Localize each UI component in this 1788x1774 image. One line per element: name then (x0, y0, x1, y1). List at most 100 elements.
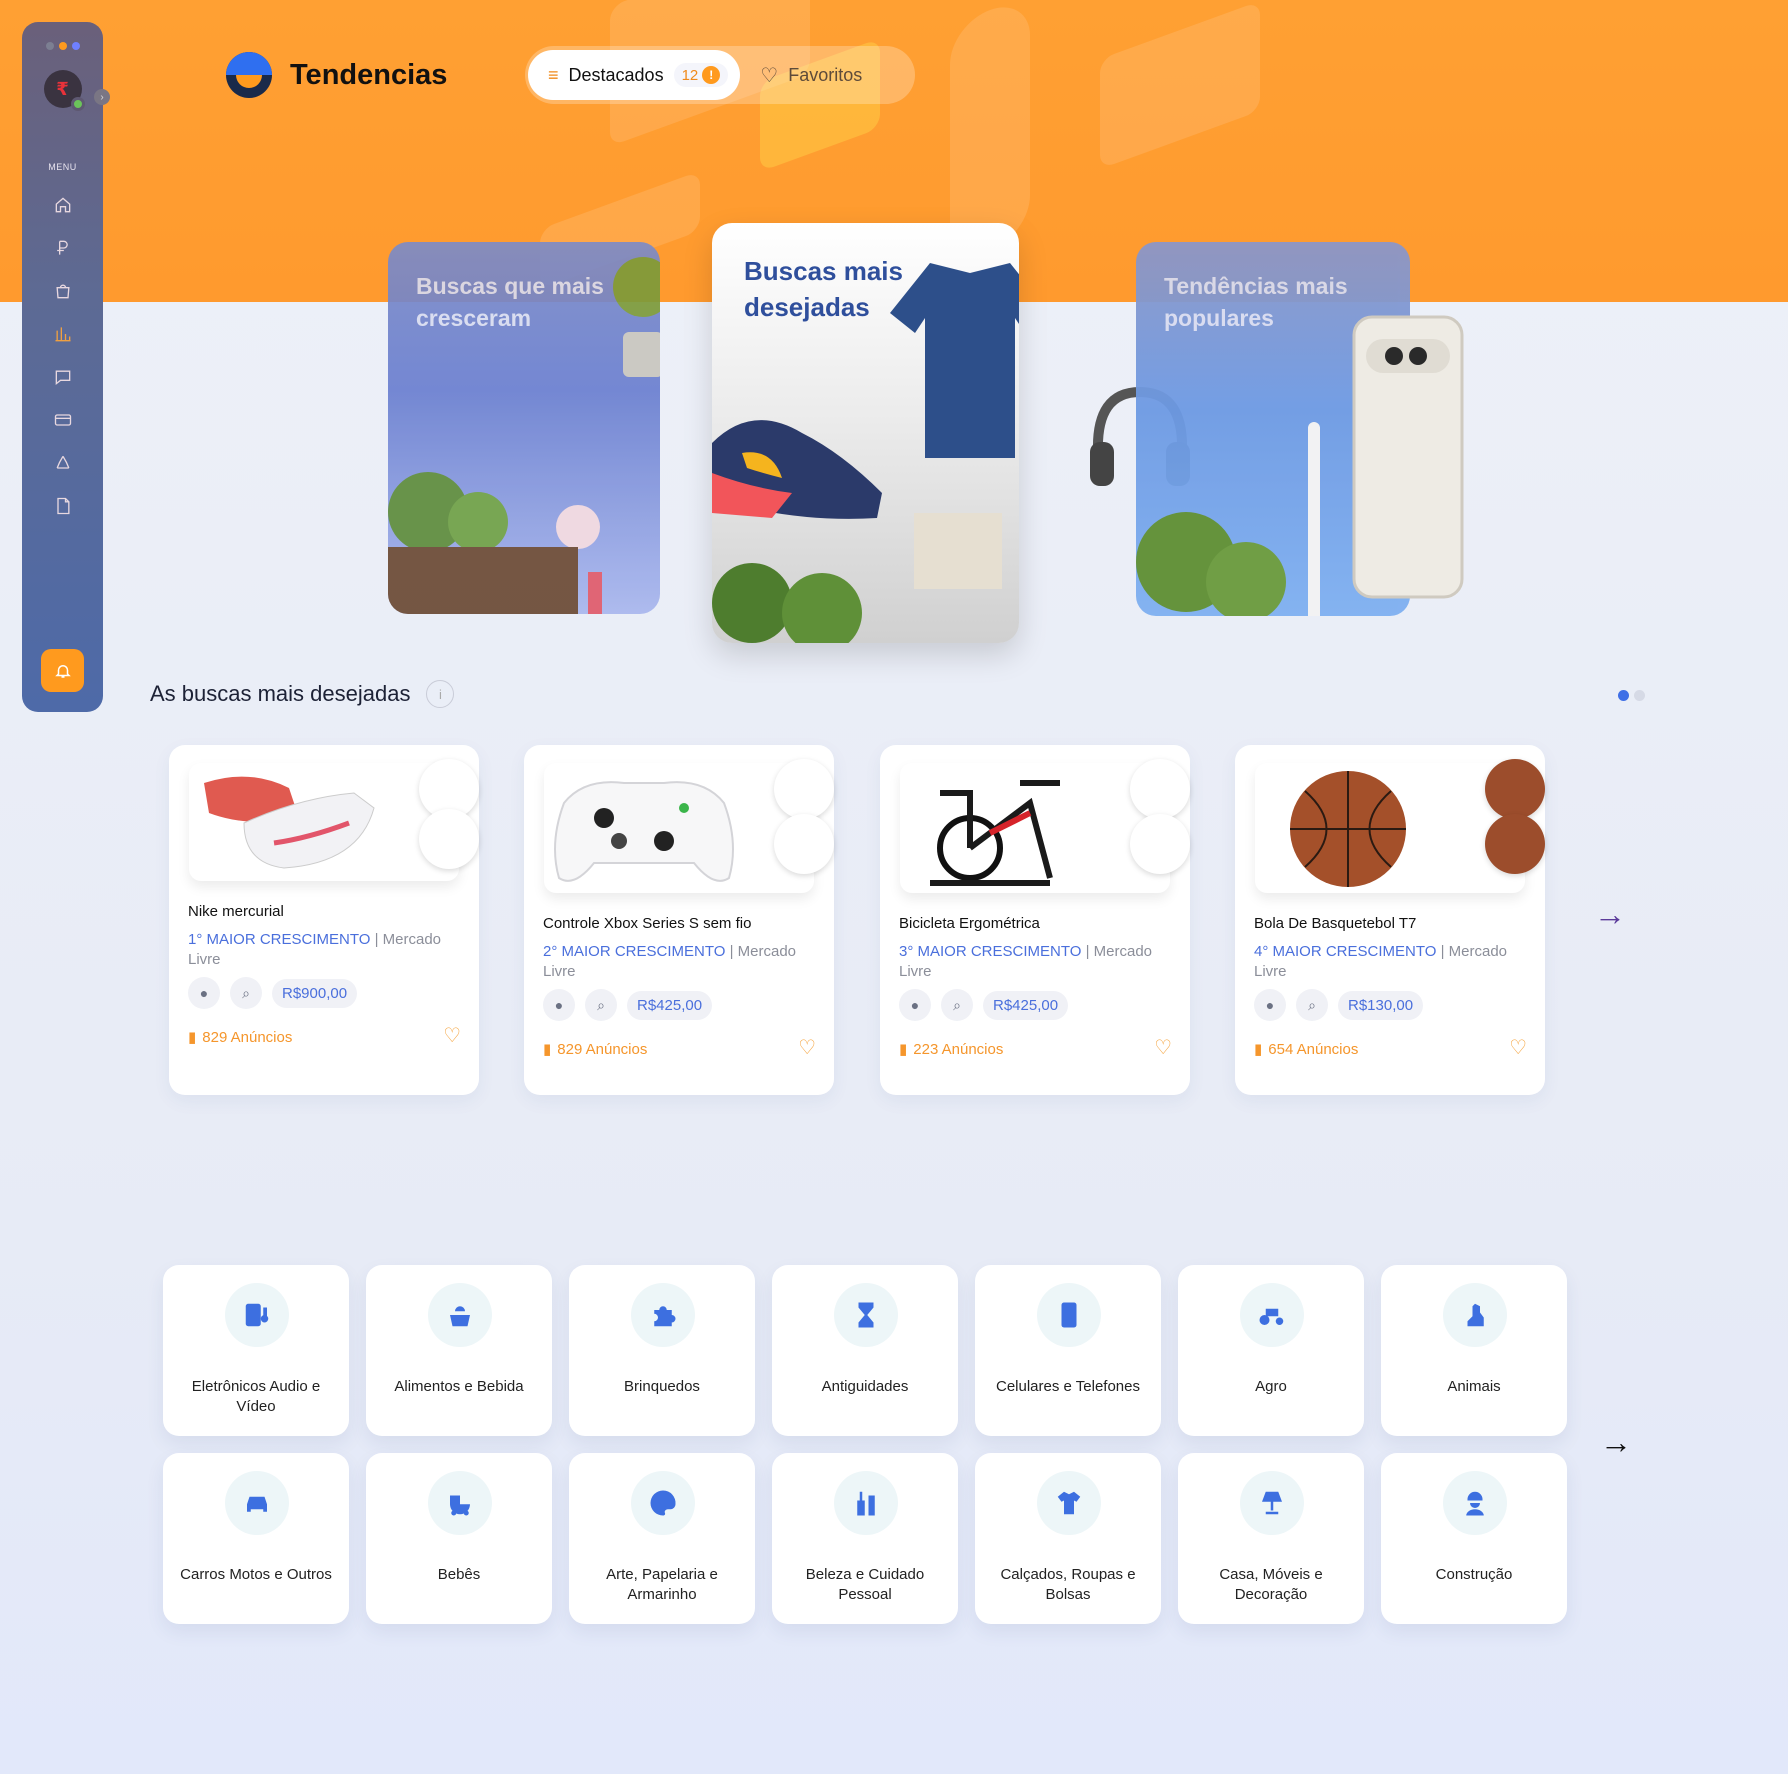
bar-chart-icon: ▮ (188, 1029, 197, 1046)
category-card[interactable]: Arte, Papelaria e Armarinho (569, 1453, 755, 1624)
section-heading: As buscas mais desejadas i (150, 680, 455, 708)
chat-icon[interactable] (53, 367, 73, 387)
category-label: Alimentos e Bebida (394, 1378, 524, 1395)
category-card[interactable]: Beleza e Cuidado Pessoal (772, 1453, 958, 1624)
info-icon[interactable]: ● (543, 989, 575, 1021)
categories-next-arrow-icon[interactable]: → (1600, 1424, 1632, 1461)
product-rank: 1° MAIOR CRESCIMENTO | Mercado Livre (188, 931, 442, 968)
category-card[interactable]: Carros Motos e Outros (163, 1453, 349, 1624)
plant-illustration (1136, 512, 1286, 616)
potted-tree-illustration (613, 257, 660, 377)
category-card[interactable]: Alimentos e Bebida (366, 1265, 552, 1436)
bell-icon[interactable] (41, 649, 84, 692)
bar-chart-icon[interactable] (53, 324, 73, 344)
showcase-card-desired[interactable]: Buscas mais desejadas (712, 223, 1019, 643)
category-card[interactable]: Celulares e Telefones (975, 1265, 1161, 1436)
product-name: Controle Xbox Series S sem fio (543, 915, 752, 932)
food-icon (428, 1283, 492, 1347)
carousel-pager[interactable] (1618, 690, 1645, 701)
product-thumbnails[interactable] (764, 759, 834, 879)
product-thumbnails[interactable] (409, 759, 479, 879)
category-label: Celulares e Telefones (996, 1378, 1140, 1395)
tshirt-illustration (890, 263, 1019, 458)
home-icon[interactable] (53, 195, 73, 215)
favorite-heart-icon[interactable]: ♡ (1509, 1035, 1527, 1060)
category-label: Calçados, Roupas e Bolsas (1000, 1566, 1136, 1603)
bar-chart-icon: ▮ (899, 1041, 908, 1058)
category-card[interactable]: Construção (1381, 1453, 1567, 1624)
category-card[interactable]: Calçados, Roupas e Bolsas (975, 1453, 1161, 1624)
info-icon[interactable]: ● (1254, 989, 1286, 1021)
product-name: Bicicleta Ergométrica (899, 915, 1040, 932)
tab-switcher: ≡ Destacados 12! ♡ Favoritos (525, 46, 915, 104)
category-label: Construção (1435, 1566, 1513, 1583)
window-controls[interactable] (45, 42, 80, 50)
info-icon[interactable]: i (426, 680, 455, 708)
collapse-sidebar-button[interactable]: › (94, 89, 110, 105)
product-actions: ● ⌕ R$425,00 (543, 989, 713, 1021)
document-icon[interactable] (53, 496, 73, 516)
credit-card-icon[interactable] (53, 410, 73, 430)
product-rank: 3° MAIOR CRESCIMENTO | Mercado Livre (899, 943, 1153, 980)
ads-count: ▮ 829 Anúncios (543, 1040, 648, 1059)
palette-icon (631, 1471, 695, 1535)
category-label: Eletrônicos Audio e Vídeo (191, 1378, 321, 1415)
category-label: Antiguidades (821, 1378, 909, 1395)
tab-favoritos[interactable]: ♡ Favoritos (740, 50, 882, 100)
search-icon[interactable]: ⌕ (941, 989, 973, 1021)
car-icon (225, 1471, 289, 1535)
shopping-bag-icon[interactable] (53, 281, 73, 301)
showcase-card-growing[interactable]: Buscas que mais cresceram (388, 242, 660, 614)
alert-icon: ! (702, 66, 721, 84)
ads-count: ▮ 223 Anúncios (899, 1040, 1004, 1059)
category-label: Animais (1447, 1378, 1501, 1395)
favorite-heart-icon[interactable]: ♡ (798, 1035, 816, 1060)
puzzle-icon (631, 1283, 695, 1347)
menu-label: MENU (48, 162, 77, 172)
favorite-heart-icon[interactable]: ♡ (443, 1023, 461, 1048)
product-name: Bola De Basquetebol T7 (1254, 915, 1417, 932)
menu-lines-icon: ≡ (548, 64, 559, 85)
tab-label: Favoritos (788, 64, 863, 85)
category-card[interactable]: Animais (1381, 1265, 1567, 1436)
count-badge: 12! (673, 63, 729, 87)
category-label: Arte, Papelaria e Armarinho (606, 1566, 718, 1603)
tab-destacados[interactable]: ≡ Destacados 12! (528, 50, 741, 100)
hourglass-icon (834, 1283, 898, 1347)
search-icon[interactable]: ⌕ (585, 989, 617, 1021)
category-label: Beleza e Cuidado Pessoal (805, 1566, 925, 1603)
products-next-arrow-icon[interactable]: → (1594, 896, 1626, 933)
cosmetics-icon (834, 1471, 898, 1535)
category-card[interactable]: Brinquedos (569, 1265, 755, 1436)
heart-icon: ♡ (760, 64, 779, 87)
category-label: Agro (1255, 1378, 1287, 1395)
info-icon[interactable]: ● (899, 989, 931, 1021)
section-title: As buscas mais desejadas (150, 681, 411, 706)
info-icon[interactable]: ● (188, 977, 220, 1009)
search-icon[interactable]: ⌕ (230, 977, 262, 1009)
bar-chart-icon: ▮ (1254, 1041, 1263, 1058)
product-card[interactable]: Controle Xbox Series S sem fio 2° MAIOR … (524, 745, 834, 1095)
avatar[interactable]: ₹ (43, 70, 85, 111)
category-card[interactable]: Antiguidades (772, 1265, 958, 1436)
category-card[interactable]: Eletrônicos Audio e Vídeo (163, 1265, 349, 1436)
category-label: Bebês (437, 1566, 481, 1583)
dog-icon (1443, 1283, 1507, 1347)
brand: Tendencias (226, 52, 447, 98)
product-card[interactable]: Bola De Basquetebol T7 4° MAIOR CRESCIME… (1235, 745, 1545, 1095)
category-card[interactable]: Casa, Móveis e Decoração (1178, 1453, 1364, 1624)
product-actions: ● ⌕ R$425,00 (899, 989, 1069, 1021)
currency-icon[interactable] (53, 238, 73, 258)
category-label: Brinquedos (624, 1378, 700, 1395)
recycle-icon[interactable] (53, 453, 73, 473)
favorite-heart-icon[interactable]: ♡ (1154, 1035, 1172, 1060)
product-thumbnails[interactable] (1120, 759, 1190, 879)
product-card[interactable]: Bicicleta Ergométrica 3° MAIOR CRESCIMEN… (880, 745, 1190, 1095)
category-card[interactable]: Agro (1178, 1265, 1364, 1436)
product-thumbnails[interactable] (1475, 759, 1545, 879)
category-card[interactable]: Bebês (366, 1453, 552, 1624)
electronics-icon (225, 1283, 289, 1347)
search-icon[interactable]: ⌕ (1296, 989, 1328, 1021)
shirt-icon (1037, 1471, 1101, 1535)
product-card[interactable]: Nike mercurial 1° MAIOR CRESCIMENTO | Me… (169, 745, 479, 1095)
